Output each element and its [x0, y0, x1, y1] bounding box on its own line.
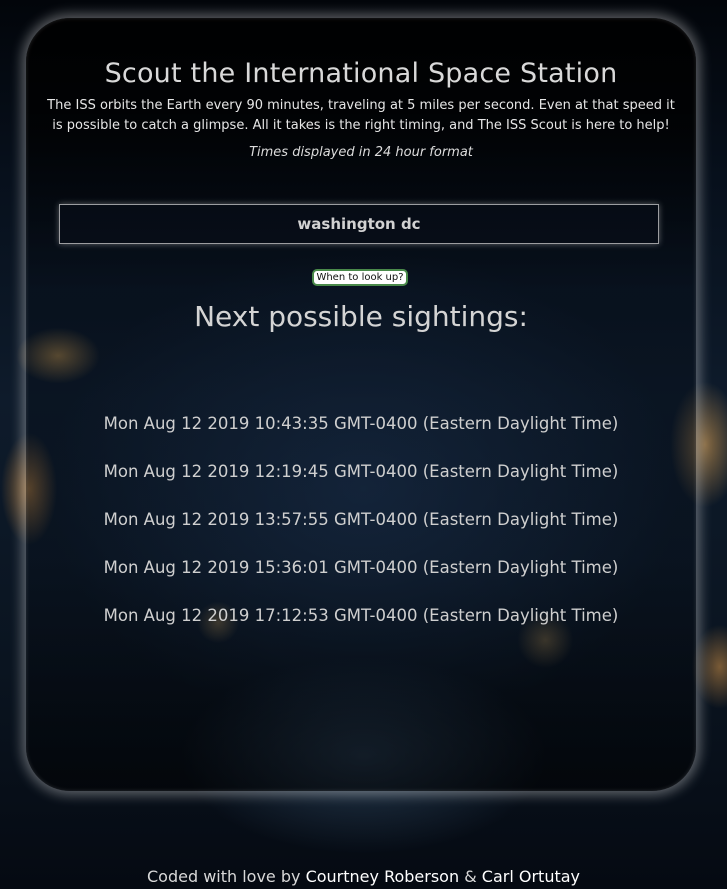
author-link-carl[interactable]: Carl Ortutay	[482, 867, 580, 886]
time-format-note: Times displayed in 24 hour format	[249, 145, 473, 160]
footer-credits: Coded with love by Courtney Roberson & C…	[0, 867, 727, 886]
sighting-item: Mon Aug 12 2019 13:57:55 GMT-0400 (Easte…	[103, 510, 619, 529]
footer-separator: &	[464, 867, 477, 886]
sighting-item: Mon Aug 12 2019 15:36:01 GMT-0400 (Easte…	[103, 558, 619, 577]
when-to-look-up-button[interactable]: When to look up?	[312, 269, 408, 286]
footer-prefix: Coded with love by	[146, 867, 301, 886]
sighting-item: Mon Aug 12 2019 17:12:53 GMT-0400 (Easte…	[103, 606, 619, 625]
sighting-item: Mon Aug 12 2019 12:19:45 GMT-0400 (Easte…	[103, 462, 619, 481]
intro-text: The ISS orbits the Earth every 90 minute…	[47, 98, 675, 133]
sightings-heading: Next possible sightings:	[194, 300, 528, 333]
sighting-item: Mon Aug 12 2019 10:43:35 GMT-0400 (Easte…	[103, 414, 619, 433]
location-input[interactable]	[59, 204, 659, 244]
author-link-courtney[interactable]: Courtney Roberson	[306, 867, 460, 886]
sightings-list: Mon Aug 12 2019 10:43:35 GMT-0400 (Easte…	[26, 414, 696, 654]
page-title: Scout the International Space Station	[104, 58, 618, 89]
main-card: Scout the International Space Station Th…	[26, 18, 696, 791]
